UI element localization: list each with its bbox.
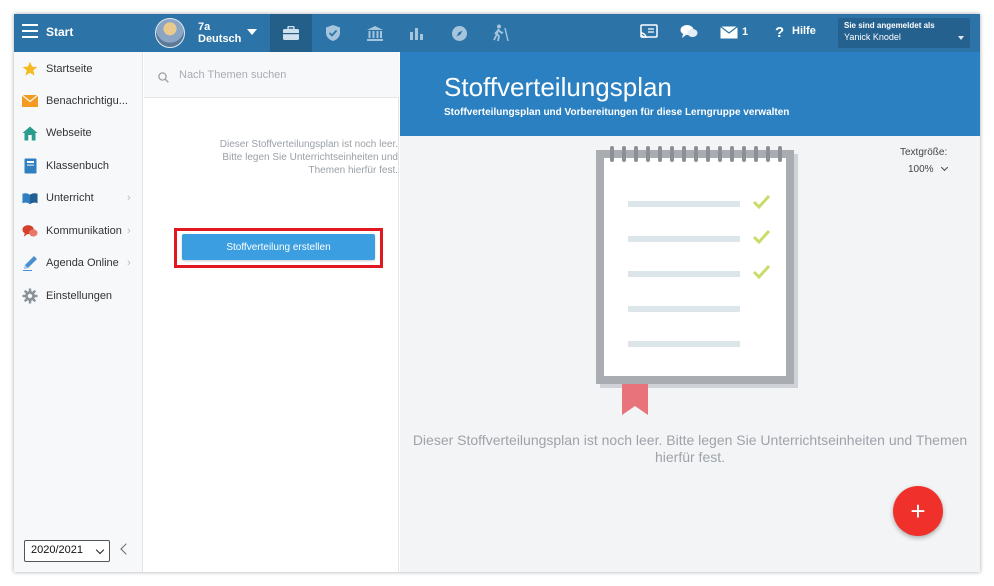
chevron-down-icon	[95, 545, 105, 555]
topic-search[interactable]: Nach Themen suchen	[144, 52, 399, 98]
svg-text:?: ?	[775, 24, 784, 40]
house-icon	[22, 125, 38, 141]
chat-bubbles-icon	[22, 223, 38, 239]
briefcase-icon[interactable]	[270, 14, 312, 52]
search-input[interactable]: Nach Themen suchen	[179, 69, 286, 81]
start-link[interactable]: Start	[46, 25, 73, 39]
topics-panel: Nach Themen suchen Dieser Stoffverteilun…	[144, 52, 399, 572]
shield-icon[interactable]	[312, 14, 354, 52]
mail-icon[interactable]	[720, 26, 738, 44]
sidebar-item-label: Kommunikation	[46, 225, 122, 237]
search-icon	[158, 70, 169, 88]
empty-plan-hint: Dieser Stoffverteilungsplan ist noch lee…	[412, 432, 968, 465]
user-name: Yanick Knodel	[844, 32, 901, 42]
sidebar-item-label: Webseite	[46, 127, 92, 139]
chevron-right-icon: ›	[127, 257, 131, 269]
envelope-icon	[22, 93, 38, 109]
mail-count-badge: 1	[742, 26, 749, 38]
compass-icon[interactable]	[438, 14, 480, 52]
hiking-icon[interactable]	[480, 14, 522, 52]
sidebar-item-label: Agenda Online	[46, 257, 119, 269]
sidebar-item-kommunikation[interactable]: Kommunikation ›	[14, 218, 143, 244]
sidebar: Startseite Benachrichtigu... Webseite Kl…	[14, 52, 143, 572]
school-year-value: 2020/2021	[31, 544, 83, 556]
sidebar-item-einstellungen[interactable]: Einstellungen	[14, 283, 143, 309]
class-name: 7a	[198, 21, 211, 33]
page-title: Stoffverteilungsplan	[444, 72, 672, 102]
hamburger-menu-icon[interactable]	[22, 24, 38, 38]
sidebar-item-label: Benachrichtigu...	[46, 95, 128, 107]
add-fab-button[interactable]: +	[893, 486, 943, 536]
login-label: Sie sind angemeldet als	[844, 21, 935, 30]
cast-icon[interactable]	[640, 24, 658, 45]
help-icon[interactable]: ?	[774, 24, 786, 45]
sidebar-item-label: Klassenbuch	[46, 160, 109, 172]
sidebar-item-startseite[interactable]: Startseite	[14, 56, 143, 82]
sidebar-item-unterricht[interactable]: Unterricht ›	[14, 185, 143, 211]
user-dropdown-caret-icon	[958, 36, 964, 40]
bank-icon[interactable]	[354, 14, 396, 52]
text-size-label: Textgröße:	[900, 147, 948, 158]
app-window: Start 7a Deutsch 1 ? Hilfe Sie sind ange…	[14, 14, 980, 572]
notepad-illustration	[582, 138, 802, 423]
empty-plan-message: Dieser Stoffverteilungsplan ist noch lee…	[219, 139, 398, 176]
pen-icon	[22, 255, 38, 271]
user-menu[interactable]: Sie sind angemeldet als Yanick Knodel	[838, 18, 970, 48]
chevron-down-icon	[940, 163, 948, 172]
book-icon	[22, 158, 38, 174]
subject-name: Deutsch	[198, 33, 242, 45]
top-bar: Start 7a Deutsch 1 ? Hilfe Sie sind ange…	[14, 14, 980, 52]
class-selector[interactable]: 7a Deutsch	[198, 21, 241, 45]
school-year-select[interactable]: 2020/2021	[24, 540, 110, 562]
text-size-select[interactable]: 100%	[908, 163, 948, 175]
class-avatar[interactable]	[155, 18, 185, 48]
sidebar-item-agenda-online[interactable]: Agenda Online ›	[14, 250, 143, 276]
sidebar-item-label: Startseite	[46, 63, 93, 75]
text-size-value: 100%	[908, 164, 934, 175]
help-link[interactable]: Hilfe	[792, 25, 816, 37]
page-header: Stoffverteilungsplan Stoffverteilungspla…	[400, 52, 980, 136]
chat-bubbles-icon[interactable]	[680, 24, 698, 45]
module-nav	[270, 14, 522, 52]
sidebar-item-benachrichtigungen[interactable]: Benachrichtigu...	[14, 88, 143, 114]
sidebar-item-klassenbuch[interactable]: Klassenbuch	[14, 153, 143, 179]
chevron-right-icon: ›	[127, 192, 131, 204]
gear-icon	[22, 288, 38, 304]
sidebar-item-label: Einstellungen	[46, 290, 113, 302]
class-dropdown-caret-icon[interactable]	[247, 29, 257, 35]
main-content: Stoffverteilungsplan Stoffverteilungspla…	[400, 52, 980, 572]
sidebar-item-webseite[interactable]: Webseite	[14, 120, 143, 146]
chevron-right-icon: ›	[127, 225, 131, 237]
star-icon	[22, 61, 38, 77]
create-distribution-button[interactable]: Stoffverteilung erstellen	[182, 234, 375, 260]
open-book-icon	[22, 190, 38, 206]
bar-chart-icon[interactable]	[396, 14, 438, 52]
page-subtitle: Stoffverteilungsplan und Vorbereitungen …	[444, 107, 790, 118]
collapse-sidebar-icon[interactable]	[120, 543, 132, 555]
sidebar-item-label: Unterricht	[46, 192, 94, 204]
